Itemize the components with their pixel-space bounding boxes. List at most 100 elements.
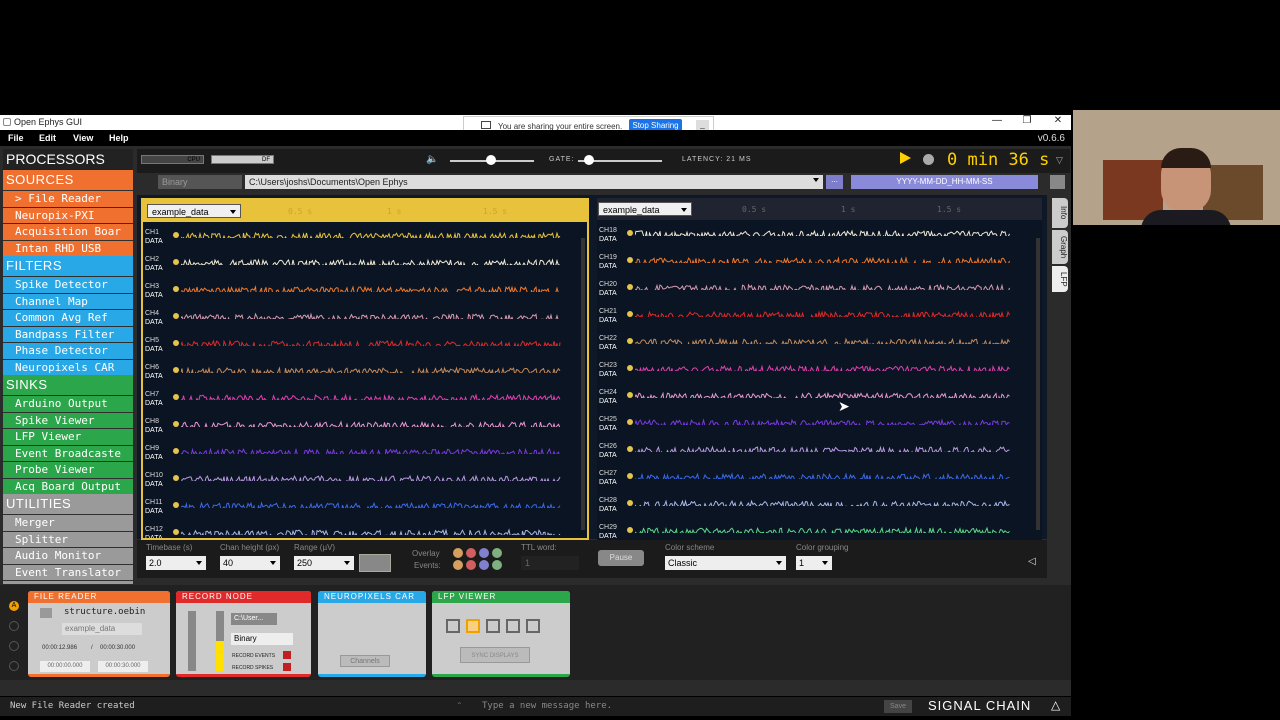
lfp-viewer-editor[interactable]: LFP VIEWER SYNC DISPLAYS — [432, 591, 570, 677]
channel-toggle[interactable] — [627, 338, 633, 344]
processor-group-sources[interactable]: SOURCES — [3, 170, 133, 190]
chevron-up-icon[interactable]: ⌃ — [456, 701, 463, 710]
processor-item[interactable]: Event Broadcaste — [3, 445, 133, 461]
range-select[interactable]: 250 — [294, 556, 354, 570]
channel-toggle[interactable] — [173, 340, 179, 346]
event-channel-toggle[interactable] — [466, 548, 476, 558]
processor-item[interactable]: Probe Viewer — [3, 462, 133, 478]
tab-lfp[interactable]: LFP — [1052, 266, 1068, 292]
channel-toggle[interactable] — [173, 502, 179, 508]
volume-icon[interactable]: 🔈 — [426, 154, 438, 165]
restore-icon[interactable]: ❐ — [1017, 115, 1037, 126]
scrollbar-right[interactable] — [1036, 238, 1040, 530]
layout-rows2-icon[interactable] — [506, 619, 520, 633]
start-time-field[interactable]: 00:00:00.000 — [40, 661, 90, 672]
event-channel-toggle[interactable] — [479, 560, 489, 570]
channel-toggle[interactable] — [627, 446, 633, 452]
tab-info[interactable]: Info — [1052, 198, 1068, 228]
channel-toggle[interactable] — [173, 259, 179, 265]
processor-item[interactable]: Channel Map — [3, 293, 133, 309]
browse-button[interactable]: ... — [826, 175, 843, 189]
file-reader-editor[interactable]: FILE READER structure.oebin example_data… — [28, 591, 170, 677]
scrollbar-left[interactable] — [581, 238, 585, 530]
chain-selector[interactable] — [9, 661, 19, 671]
play-icon[interactable] — [900, 152, 911, 164]
event-channel-toggle[interactable] — [492, 560, 502, 570]
stream-select-right[interactable]: example_data — [598, 202, 692, 216]
layout-rows3-icon[interactable] — [526, 619, 540, 633]
folder-icon[interactable] — [40, 608, 52, 618]
processor-group-utilities[interactable]: UTILITIES — [3, 494, 133, 514]
gate-knob[interactable] — [584, 155, 594, 165]
processor-item[interactable]: Intan RHD USB — [3, 240, 133, 256]
clock-display[interactable]: 0 min 36 s — [947, 150, 1049, 170]
channel-toggle[interactable] — [173, 421, 179, 427]
processor-item[interactable]: Acquisition Boar — [3, 224, 133, 240]
record-events-toggle[interactable] — [283, 651, 291, 659]
channel-toggle[interactable] — [173, 232, 179, 238]
close-icon[interactable]: ✕ — [1048, 115, 1068, 126]
ttl-word-field[interactable]: 1 — [521, 556, 579, 570]
pause-button[interactable]: Pause — [598, 550, 644, 566]
record-path-field[interactable]: C:\User... — [231, 613, 277, 625]
menu-file[interactable]: File — [8, 133, 24, 143]
menu-help[interactable]: Help — [109, 133, 129, 143]
processor-item[interactable]: Arduino Output — [3, 396, 133, 412]
channel-toggle[interactable] — [627, 419, 633, 425]
channel-toggle[interactable] — [173, 313, 179, 319]
layout-double-icon[interactable] — [466, 619, 480, 633]
channels-button[interactable]: Channels — [340, 655, 390, 667]
stream-select[interactable]: example_data — [62, 623, 142, 635]
processor-item[interactable]: Neuropix-PXI — [3, 207, 133, 223]
record-icon[interactable] — [923, 154, 934, 165]
channel-toggle[interactable] — [627, 365, 633, 371]
event-channel-toggle[interactable] — [479, 548, 489, 558]
record-spikes-toggle[interactable] — [283, 663, 291, 671]
chain-selector[interactable] — [9, 641, 19, 651]
layout-triple-icon[interactable] — [486, 619, 500, 633]
expand-icon[interactable]: ▽ — [1056, 155, 1063, 166]
event-channel-toggle[interactable] — [466, 560, 476, 570]
channel-toggle[interactable] — [173, 448, 179, 454]
processor-item[interactable]: > File Reader — [3, 191, 133, 207]
minimize-icon[interactable]: — — [987, 115, 1007, 126]
save-message-button[interactable]: Save — [884, 700, 912, 713]
processor-item[interactable]: Bandpass Filter — [3, 326, 133, 342]
processor-item[interactable]: Phase Detector — [3, 343, 133, 359]
tab-graph[interactable]: Graph — [1052, 230, 1068, 264]
record-node-editor[interactable]: RECORD NODE C:\User... Binary RECORD EVE… — [176, 591, 311, 677]
menu-view[interactable]: View — [73, 133, 93, 143]
file-name[interactable]: structure.oebin — [64, 607, 145, 617]
record-path-field[interactable]: C:\Users\joshs\Documents\Open Ephys — [245, 175, 823, 189]
date-format-field[interactable]: YYYY-MM-DD_HH-MM-SS — [851, 175, 1038, 189]
processor-group-filters[interactable]: FILTERS — [3, 256, 133, 276]
channel-toggle[interactable] — [173, 286, 179, 292]
stream-select-left[interactable]: example_data — [147, 204, 241, 218]
data-type-toggle[interactable] — [359, 554, 391, 572]
neuropixels-car-editor[interactable]: NEUROPIXELS CAR Channels — [318, 591, 426, 677]
channel-toggle[interactable] — [627, 527, 633, 533]
event-channel-toggle[interactable] — [453, 560, 463, 570]
channel-toggle[interactable] — [627, 230, 633, 236]
chevron-down-icon[interactable] — [813, 178, 819, 182]
channel-toggle[interactable] — [627, 257, 633, 263]
channel-toggle[interactable] — [627, 392, 633, 398]
color-grouping-select[interactable]: 1 — [796, 556, 832, 570]
layout-single-icon[interactable] — [446, 619, 460, 633]
processor-item[interactable]: Merger — [3, 515, 133, 531]
timebase-select[interactable]: 2.0 — [146, 556, 206, 570]
processor-item[interactable]: Splitter — [3, 531, 133, 547]
sync-displays-button[interactable]: SYNC DISPLAYS — [460, 647, 530, 663]
channel-toggle[interactable] — [173, 529, 179, 535]
processor-item[interactable]: Spike Viewer — [3, 412, 133, 428]
channel-toggle[interactable] — [627, 473, 633, 479]
processor-group-sinks[interactable]: SINKS — [3, 375, 133, 395]
processor-item[interactable]: Acq Board Output — [3, 478, 133, 494]
record-format-select[interactable]: Binary — [158, 175, 242, 189]
date-format-button[interactable] — [1050, 175, 1065, 189]
end-time-field[interactable]: 00:00:30.000 — [98, 661, 148, 672]
event-channel-toggle[interactable] — [492, 548, 502, 558]
channel-toggle[interactable] — [627, 311, 633, 317]
volume-knob[interactable] — [486, 155, 496, 165]
event-channel-toggle[interactable] — [453, 548, 463, 558]
